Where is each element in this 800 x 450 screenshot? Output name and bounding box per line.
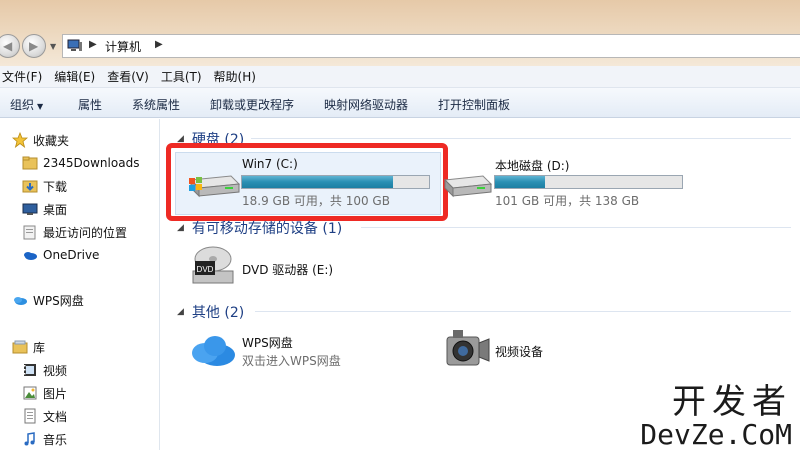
nav-2345downloads-label: 2345Downloads [43,156,140,170]
wps-cloud-description: 双击进入WPS网盘 [242,354,341,368]
watermark-line1: 开发者 [672,382,792,422]
nav-desktop-label: 桌面 [43,202,68,217]
breadcrumb-chevron-icon[interactable]: ▶ [155,39,163,50]
nav-wps[interactable]: WPS网盘 [12,290,84,310]
nav-downloads-label: 下载 [43,179,68,194]
nav-library-label: 库 [33,340,46,355]
navigation-pane: 收藏夹 2345Downloads 下载 桌面 最近访问的位置 OneDrive… [0,119,160,450]
library-icon [12,339,28,355]
menu-file[interactable]: 文件(F) [0,68,48,85]
hard-drive-icon [443,175,493,198]
group-other-label: 其他 (2) [191,305,245,321]
downloads-folder-icon [22,178,38,194]
nav-videos[interactable]: 视频 [22,360,67,380]
collapse-triangle-icon[interactable]: ◢ [177,307,184,317]
document-library-icon [22,408,38,424]
nav-recent-places[interactable]: 最近访问的位置 [22,222,127,242]
organize-button[interactable]: 组织 ▼ [10,96,43,113]
wps-cloud-icon [12,292,28,308]
menu-help[interactable]: 帮助(H) [212,68,262,85]
menu-tools[interactable]: 工具(T) [159,68,208,85]
group-removable-label: 有可移动存储的设备 (1) [191,221,343,237]
video-library-icon [22,362,38,378]
forward-button[interactable]: ▶ [22,34,46,58]
watermark: 开发者 DevZe.CoM [640,384,792,450]
breadcrumb-computer[interactable]: 计算机 [105,38,141,55]
group-header-other[interactable]: ◢ 其他 (2) [177,302,244,322]
back-button[interactable]: ◀ [0,34,20,58]
nav-music-label: 音乐 [43,432,68,447]
dvd-badge: DVD [197,265,214,274]
uninstall-program-button[interactable]: 卸载或更改程序 [210,96,294,113]
recent-pages-chevron-icon[interactable]: ▼ [50,42,56,51]
computer-icon [67,39,82,51]
nav-documents[interactable]: 文档 [22,406,67,426]
dvd-drive-name: DVD 驱动器 (E:) [242,263,334,277]
group-divider [255,311,791,312]
wps-cloud-name: WPS网盘 [242,336,293,350]
onedrive-cloud-icon [22,247,38,263]
watermark-line2: DevZe.CoM [640,418,792,450]
properties-button[interactable]: 属性 [78,96,102,113]
music-note-icon [22,431,38,447]
dvd-drive-icon: DVD [192,246,234,284]
address-bar[interactable]: ▶ 计算机 ▶ [62,34,800,58]
wps-cloud-large-icon [192,336,235,366]
title-bar: ◀ ▶ ▼ ▶ 计算机 ▶ [0,0,800,66]
map-network-drive-button[interactable]: 映射网络驱动器 [324,96,408,113]
picture-library-icon [22,385,38,401]
back-arrow-icon: ◀ [3,39,13,53]
chevron-down-icon: ▼ [37,102,44,111]
nav-favorites[interactable]: 收藏夹 [11,130,70,150]
drive-d-usage-fill [495,176,546,188]
group-header-removable[interactable]: ◢ 有可移动存储的设备 (1) [177,218,342,238]
nav-recent-places-label: 最近访问的位置 [43,225,128,240]
folder-icon [22,155,38,171]
breadcrumb-chevron-icon[interactable]: ▶ [89,39,97,50]
nav-wps-label: WPS网盘 [33,293,84,308]
menu-bar: 文件(F) 编辑(E) 查看(V) 工具(T) 帮助(H) [0,66,800,88]
nav-music[interactable]: 音乐 [22,429,67,449]
nav-library[interactable]: 库 [12,337,45,357]
menu-edit[interactable]: 编辑(E) [52,68,101,85]
nav-pictures-label: 图片 [43,386,68,401]
group-divider [361,227,791,228]
recent-places-icon [22,224,38,240]
command-bar: 组织 ▼ 属性 系统属性 卸载或更改程序 映射网络驱动器 打开控制面板 [0,88,800,118]
drive-d-name: 本地磁盘 (D:) [495,159,570,173]
nav-onedrive[interactable]: OneDrive [22,245,99,265]
desktop-icon [22,201,38,217]
open-control-panel-button[interactable]: 打开控制面板 [438,96,510,113]
menu-view[interactable]: 查看(V) [105,68,155,85]
nav-downloads[interactable]: 下载 [22,176,67,196]
nav-videos-label: 视频 [43,363,68,378]
group-divider [251,138,791,139]
video-device-name: 视频设备 [495,345,544,359]
video-camera-icon [446,330,490,366]
nav-desktop[interactable]: 桌面 [22,199,67,219]
nav-documents-label: 文档 [43,409,68,424]
collapse-triangle-icon[interactable]: ◢ [177,223,184,233]
nav-favorites-label: 收藏夹 [33,133,70,148]
nav-onedrive-label: OneDrive [43,248,100,262]
nav-2345downloads[interactable]: 2345Downloads [22,153,139,173]
forward-arrow-icon: ▶ [29,39,39,53]
drive-d-size: 101 GB 可用，共 138 GB [495,194,640,208]
star-icon [11,131,29,149]
nav-pictures[interactable]: 图片 [22,383,67,403]
drive-d-usage-bar [494,175,683,189]
organize-label: 组织 [10,98,35,112]
highlight-box [166,143,448,221]
system-properties-button[interactable]: 系统属性 [132,96,180,113]
